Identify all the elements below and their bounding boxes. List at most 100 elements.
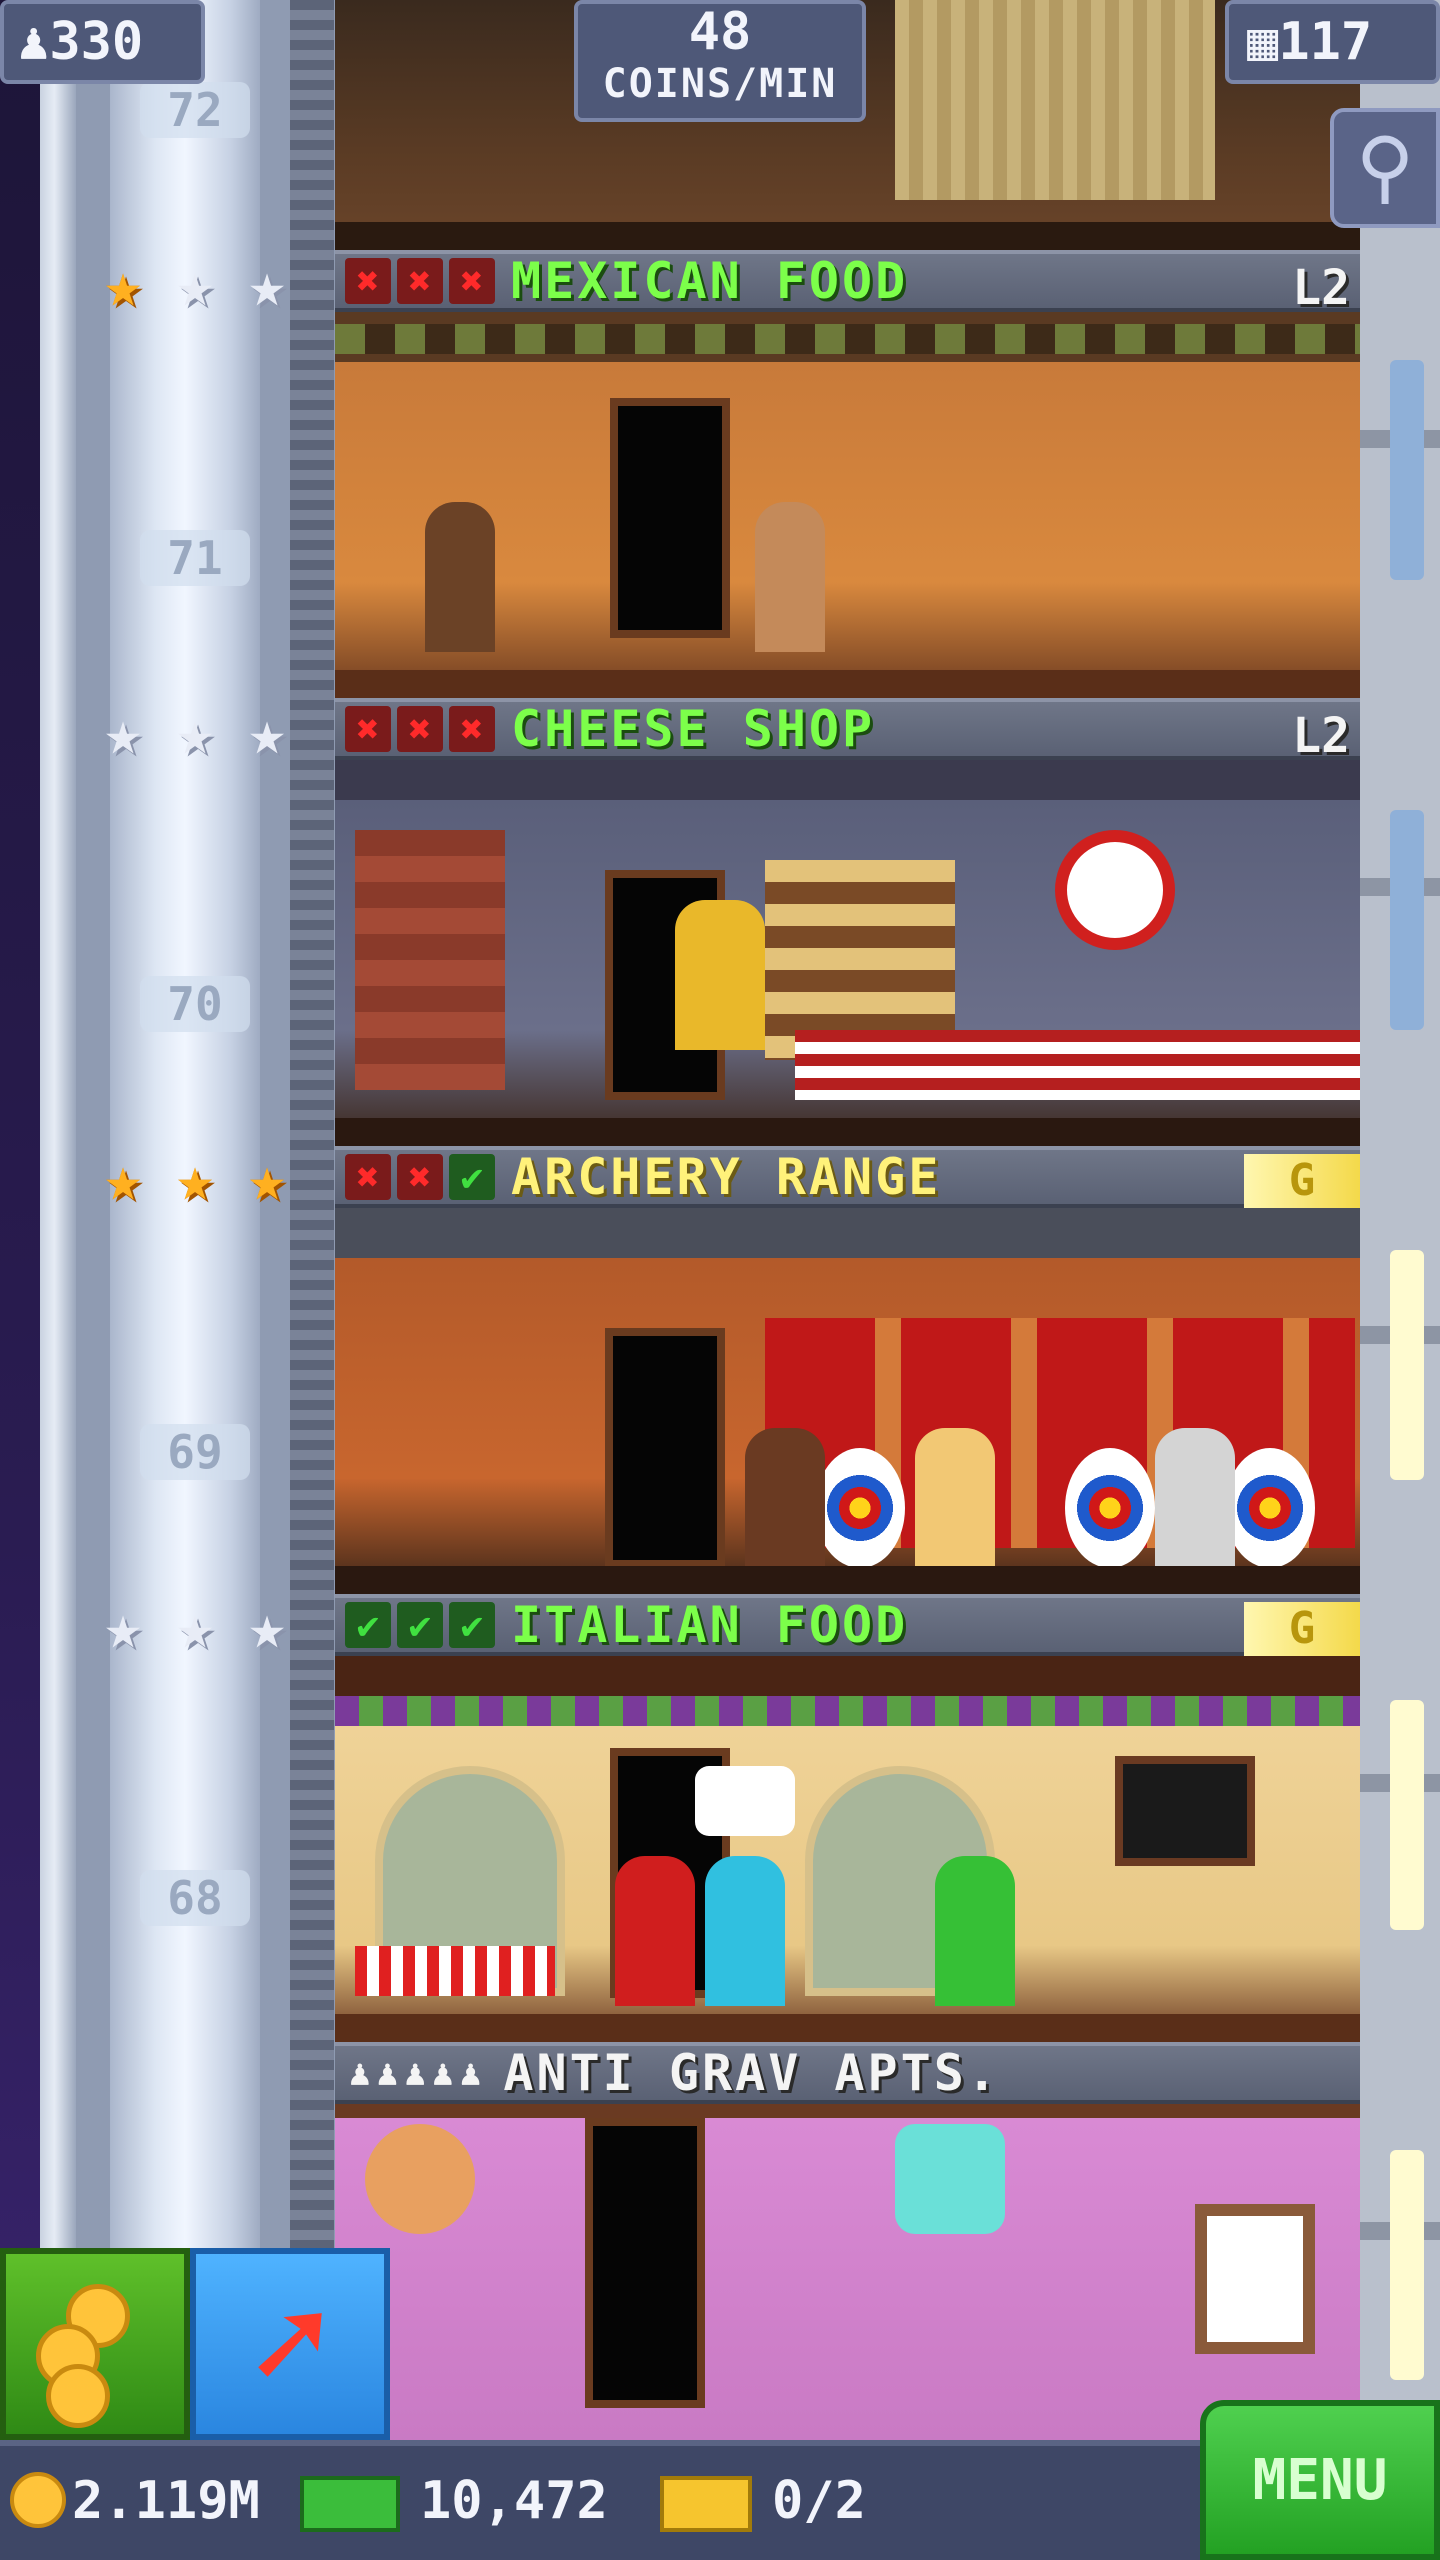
floor-count-value: 117 xyxy=(1278,12,1373,72)
floor-name: MEXICAN FOOD xyxy=(511,252,909,310)
wall-light xyxy=(1390,1250,1424,1480)
status-marks: ✖ ✖ ✔ xyxy=(345,1154,495,1200)
floor-header[interactable]: ✖ ✖ ✖ CHEESE SHOP L2 xyxy=(335,698,1360,764)
coins-per-min-label: COINS/MIN xyxy=(602,61,838,107)
tickets-count[interactable]: 0/2 xyxy=(772,2466,866,2536)
check-mark-icon: ✔ xyxy=(449,1154,495,1200)
floor-header[interactable]: ♟♟♟♟♟ ANTI GRAV APTS. xyxy=(335,2042,1360,2104)
floor-room xyxy=(335,760,1360,1146)
arrow-up-icon: ➚ xyxy=(250,2268,330,2420)
floor-name: ITALIAN FOOD xyxy=(511,1596,909,1654)
x-mark-icon: ✖ xyxy=(397,706,443,752)
floor-room xyxy=(335,1208,1360,1594)
gold-badge-icon[interactable]: G xyxy=(1244,1154,1360,1208)
star-icon: ★ xyxy=(248,248,286,321)
star-icon: ★ xyxy=(176,1590,214,1663)
floor-header[interactable]: ✔ ✔ ✔ ITALIAN FOOD G xyxy=(335,1594,1360,1656)
target-icon xyxy=(1065,1448,1155,1568)
star-icon: ★ xyxy=(104,248,142,321)
worker-icon xyxy=(615,1856,695,2006)
coins-per-min-value: 48 xyxy=(688,2,752,62)
target-icon xyxy=(1225,1448,1315,1568)
floor-number-69: 69 xyxy=(140,1424,250,1480)
floor-name: ARCHERY RANGE xyxy=(511,1148,942,1206)
x-mark-icon: ✖ xyxy=(449,258,495,304)
wall-light xyxy=(1390,810,1424,1030)
floor-72-floorboard xyxy=(335,222,1360,250)
floor-level: L2 xyxy=(1292,708,1350,764)
star-icon: ★ xyxy=(248,696,286,769)
x-mark-icon: ✖ xyxy=(397,1154,443,1200)
coins-per-min-panel[interactable]: 48 COINS/MIN xyxy=(574,0,866,122)
floor-name: CHEESE SHOP xyxy=(511,700,876,758)
x-mark-icon: ✖ xyxy=(397,258,443,304)
wall-light xyxy=(1390,2150,1424,2380)
coin-icon xyxy=(10,2472,66,2528)
star-icon: ★ xyxy=(176,1142,214,1215)
floor-mexican-food[interactable]: ✖ ✖ ✖ MEXICAN FOOD L2 xyxy=(335,250,1360,698)
menu-board xyxy=(1115,1756,1255,1866)
floating-sofa xyxy=(895,2124,1005,2234)
floor-room xyxy=(335,2104,1360,2440)
floor-number-72: 72 xyxy=(140,82,250,138)
worker-icon xyxy=(755,502,825,652)
x-mark-icon: ✖ xyxy=(345,706,391,752)
menu-button[interactable]: MENU xyxy=(1200,2400,1440,2560)
floor-door xyxy=(605,1328,725,1568)
grape-vines xyxy=(335,1696,1360,1726)
floor-stars-archery: ★ ★ ★ xyxy=(92,1148,298,1210)
coins-icon xyxy=(46,2364,110,2428)
floor-room xyxy=(335,1656,1360,2042)
window xyxy=(1195,2204,1315,2354)
worker-icon xyxy=(915,1428,995,1578)
check-mark-icon: ✔ xyxy=(449,1602,495,1648)
ticket-icon xyxy=(660,2476,752,2532)
bux-shop-button[interactable] xyxy=(0,2248,190,2440)
worker-icon xyxy=(425,502,495,652)
status-marks: ✔ ✔ ✔ xyxy=(345,1602,495,1648)
check-mark-icon: ✔ xyxy=(397,1602,443,1648)
check-mark-icon: ✔ xyxy=(345,1602,391,1648)
speech-bubble-icon xyxy=(695,1766,795,1836)
floor-stars-italian: ★ ★ ★ xyxy=(92,1596,298,1658)
worker-icon xyxy=(1155,1428,1235,1578)
worker-icon xyxy=(745,1428,825,1578)
floor-number-71: 71 xyxy=(140,530,250,586)
no-mouse-sign xyxy=(1055,830,1175,950)
floor-italian-food[interactable]: ✔ ✔ ✔ ITALIAN FOOD G xyxy=(335,1594,1360,2042)
star-icon: ★ xyxy=(104,1590,142,1663)
search-button[interactable]: ⚲ xyxy=(1330,108,1440,228)
population-counter[interactable]: ♟330 xyxy=(0,0,205,84)
space-background xyxy=(0,0,40,2560)
floor-door xyxy=(585,2118,705,2408)
floor-room xyxy=(335,312,1360,698)
floor-cheese-shop[interactable]: ✖ ✖ ✖ CHEESE SHOP L2 xyxy=(335,698,1360,1146)
population-value: 330 xyxy=(49,12,144,72)
star-icon: ★ xyxy=(104,1142,142,1215)
floor-archery-range[interactable]: ✖ ✖ ✔ ARCHERY RANGE G xyxy=(335,1146,1360,1594)
elevator-glass xyxy=(110,0,260,2440)
floor-count-panel[interactable]: ▦117 xyxy=(1225,0,1440,84)
x-mark-icon: ✖ xyxy=(345,1154,391,1200)
floor-number-70: 70 xyxy=(140,976,250,1032)
floor-level: L2 xyxy=(1292,260,1350,316)
magnifier-icon: ⚲ xyxy=(1355,120,1415,213)
star-icon: ★ xyxy=(104,696,142,769)
gold-badge-icon[interactable]: G xyxy=(1244,1602,1360,1656)
x-mark-icon: ✖ xyxy=(449,706,495,752)
bux-balance[interactable]: 10,472 xyxy=(420,2466,608,2536)
floor-door xyxy=(610,398,730,638)
floor-header[interactable]: ✖ ✖ ✔ ARCHERY RANGE G xyxy=(335,1146,1360,1208)
floor-header[interactable]: ✖ ✖ ✖ MEXICAN FOOD L2 xyxy=(335,250,1360,316)
wall-light xyxy=(1390,1700,1424,1930)
star-icon: ★ xyxy=(248,1142,286,1215)
target-icon xyxy=(815,1448,905,1568)
build-floor-button[interactable]: ➚ xyxy=(190,2248,390,2440)
status-marks: ✖ ✖ ✖ xyxy=(345,258,495,304)
x-mark-icon: ✖ xyxy=(345,258,391,304)
floor-anti-grav-apts[interactable]: ♟♟♟♟♟ ANTI GRAV APTS. xyxy=(335,2042,1360,2440)
star-icon: ★ xyxy=(176,696,214,769)
resident-icons: ♟♟♟♟♟ xyxy=(349,2052,488,2094)
coins-balance[interactable]: 2.119M xyxy=(72,2466,260,2536)
star-icon: ★ xyxy=(176,248,214,321)
